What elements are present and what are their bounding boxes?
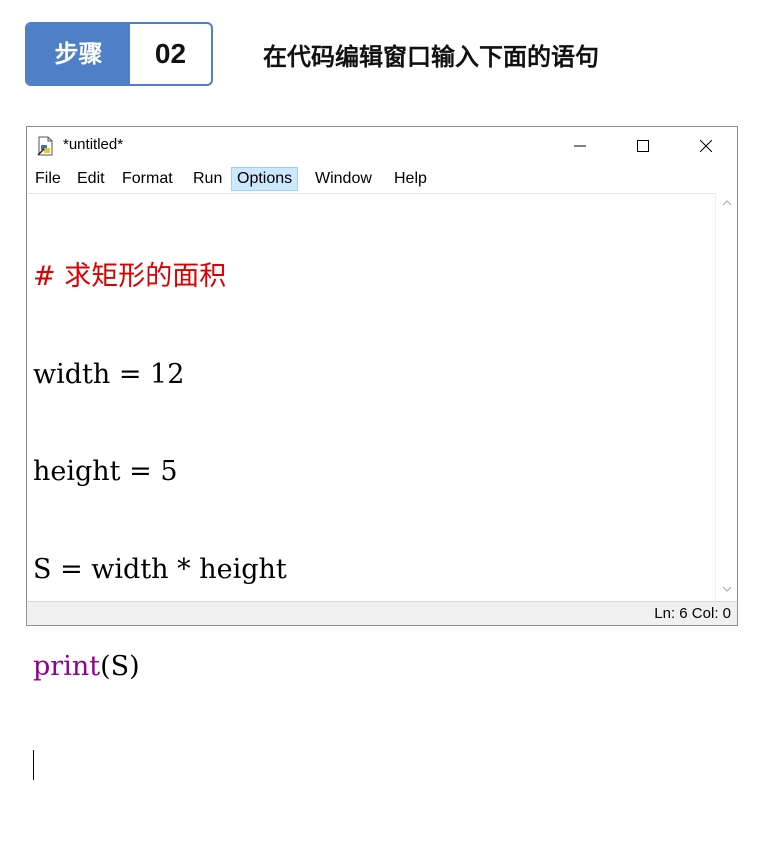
menu-options[interactable]: Options xyxy=(231,167,299,191)
menu-help[interactable]: Help xyxy=(389,167,432,191)
cursor-position: Ln: 6 Col: 0 xyxy=(654,605,731,622)
minimize-icon xyxy=(574,145,586,147)
code-text: # 求矩形的面积 width = 12 height = 5 S = width… xyxy=(33,196,287,846)
code-line-3: height = 5 xyxy=(33,456,178,487)
minimize-button[interactable] xyxy=(550,127,610,165)
vertical-scrollbar[interactable] xyxy=(715,193,737,601)
code-line-4: S = width * height xyxy=(33,553,287,585)
text-cursor xyxy=(33,749,34,780)
step-badge: 步骤 02 xyxy=(25,22,213,86)
step-number: 02 xyxy=(154,38,187,69)
status-bar: Ln: 6 Col: 0 xyxy=(27,601,737,625)
menu-file[interactable]: File xyxy=(30,167,66,191)
code-line-6 xyxy=(33,749,287,782)
print-args: (S) xyxy=(100,651,140,682)
maximize-icon xyxy=(637,140,649,152)
title-bar[interactable]: *untitled* xyxy=(27,127,737,165)
python-file-icon xyxy=(36,136,56,156)
code-line-5: print(S) xyxy=(33,651,287,684)
close-button[interactable] xyxy=(676,127,736,165)
scroll-up-button[interactable] xyxy=(716,193,738,213)
step-label: 步骤 xyxy=(27,24,130,84)
chevron-up-icon xyxy=(722,200,732,206)
menu-format[interactable]: Format xyxy=(117,167,178,191)
builtin-print: print xyxy=(33,651,101,682)
code-editor[interactable]: # 求矩形的面积 width = 12 height = 5 S = width… xyxy=(27,193,715,780)
window-title: *untitled* xyxy=(63,136,124,153)
code-line-2: width = 12 xyxy=(33,358,185,390)
menu-window[interactable]: Window xyxy=(310,167,377,191)
maximize-button[interactable] xyxy=(613,127,673,165)
menu-run[interactable]: Run xyxy=(188,167,227,191)
code-line-1: # 求矩形的面积 xyxy=(33,261,227,292)
menu-edit[interactable]: Edit xyxy=(72,167,110,191)
step-caption: 在代码编辑窗口输入下面的语句 xyxy=(263,43,599,71)
chevron-down-icon xyxy=(722,586,732,592)
scroll-down-button[interactable] xyxy=(716,579,738,599)
menu-bar: File Edit Format Run Options Window Help xyxy=(27,165,737,193)
close-icon xyxy=(700,140,712,152)
editor-window: *untitled* File Edit Format Run Options … xyxy=(26,126,738,780)
